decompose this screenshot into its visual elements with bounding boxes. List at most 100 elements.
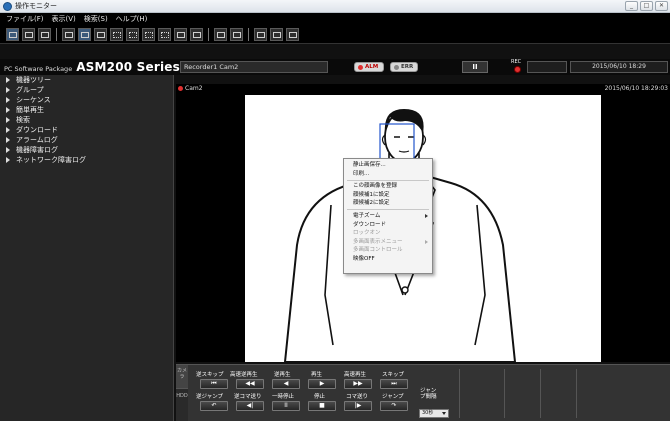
- maximize-button[interactable]: □: [640, 1, 653, 11]
- label-fast-reverse: 高速逆再生: [230, 372, 258, 378]
- layout-grid-icon[interactable]: [126, 28, 139, 41]
- label-reverse-play: 逆再生: [274, 372, 291, 378]
- ctx-face-candidate-2[interactable]: 顔候補2に設定: [344, 199, 432, 208]
- recorder-camera-name: Recorder1 Cam2: [180, 61, 328, 73]
- tab-hdd[interactable]: HDD: [176, 389, 188, 421]
- expand-arrow-icon: [6, 147, 10, 153]
- frame-advance-button[interactable]: |▶: [344, 401, 372, 411]
- menu-file[interactable]: ファイル(F): [6, 13, 44, 26]
- layout-16-icon[interactable]: [110, 28, 123, 41]
- ctx-video-off[interactable]: 映像OFF: [344, 255, 432, 264]
- context-menu: 静止画保存... 印刷... この顔画像を登録 顔候補1に設定 顔候補2に設定 …: [343, 158, 433, 274]
- stop-button[interactable]: ■: [308, 401, 336, 411]
- tree-item-download[interactable]: ダウンロード: [0, 125, 173, 135]
- window-title: 操作モニター: [15, 2, 57, 10]
- brand: PC Software Package ASM200 Series: [4, 59, 180, 75]
- reverse-play-button[interactable]: ◀: [272, 379, 300, 389]
- tree-item-sequence[interactable]: シーケンス: [0, 95, 173, 105]
- ctx-register-face[interactable]: この顔画像を登録: [344, 182, 432, 191]
- skip-button[interactable]: ⏭: [380, 379, 408, 389]
- tree-item-network-error-log[interactable]: ネットワーク障害ログ: [0, 155, 173, 165]
- layout-1-icon[interactable]: [62, 28, 75, 41]
- alarm-badge[interactable]: ALM: [354, 62, 384, 72]
- live-indicator-icon: [178, 86, 183, 91]
- tree-item-group[interactable]: グループ: [0, 85, 173, 95]
- tree-item-search[interactable]: 検索: [0, 115, 173, 125]
- tree-item-alarm-log[interactable]: アラームログ: [0, 135, 173, 145]
- menu-view[interactable]: 表示(V): [52, 13, 76, 26]
- menu-separator: [347, 209, 429, 211]
- close-button[interactable]: ✕: [655, 1, 668, 11]
- label-reverse-skip: 逆スキップ: [196, 372, 224, 378]
- rec-dot-icon: [514, 66, 521, 73]
- play-button[interactable]: ▶: [308, 379, 336, 389]
- jump-button[interactable]: ↷: [380, 401, 408, 411]
- reverse-jump-button[interactable]: ↶: [200, 401, 228, 411]
- tree-item-label: ダウンロード: [16, 126, 58, 134]
- tab-camera[interactable]: カメラ: [176, 365, 188, 389]
- fast-play-button[interactable]: ▶▶: [344, 379, 372, 389]
- toolbar-divider: [56, 28, 57, 41]
- minimize-button[interactable]: _: [625, 1, 638, 11]
- side-tabs: カメラ HDD: [176, 365, 188, 421]
- label-fast-play: 高速再生: [344, 372, 367, 378]
- reverse-frame-button[interactable]: ◀|: [236, 401, 264, 411]
- navigation-tree: 機器ツリー グループ シーケンス 簡単再生 検索 ダウンロード アラームログ 機…: [0, 75, 174, 421]
- layout-9-icon[interactable]: [94, 28, 107, 41]
- ctx-face-candidate-1[interactable]: 顔候補1に設定: [344, 191, 432, 200]
- settings-icon[interactable]: [254, 28, 267, 41]
- playback-panel: カメラ HDD 逆スキップ 高速逆再生 逆再生 再生 高速再生 スキップ ⏮ ◀…: [176, 364, 670, 421]
- panel-divider: [576, 369, 577, 418]
- ctx-label: 多画面表示メニュー: [353, 238, 403, 245]
- menu-help[interactable]: ヘルプ(H): [116, 13, 148, 26]
- tree-item-device-tree[interactable]: 機器ツリー: [0, 75, 173, 85]
- reverse-skip-button[interactable]: ⏮: [200, 379, 228, 389]
- expand-arrow-icon: [6, 127, 10, 133]
- rec-indicator: REC: [510, 59, 526, 74]
- expand-arrow-icon: [6, 77, 10, 83]
- tree-item-label: ネットワーク障害ログ: [16, 156, 86, 164]
- fast-reverse-button[interactable]: ◀◀: [236, 379, 264, 389]
- alarm-indicator-icon: [358, 64, 363, 70]
- ctx-multiscreen-control: 多画面コントロール: [353, 247, 403, 254]
- jump-interval-select[interactable]: 30秒: [419, 409, 449, 418]
- alarm-badge-label: ALM: [365, 64, 379, 70]
- menu-search[interactable]: 検索(S): [84, 13, 108, 26]
- ctx-save-still-image[interactable]: 静止画保存...: [344, 161, 432, 170]
- monitor-icon[interactable]: [286, 28, 299, 41]
- rec-status-field: [527, 61, 567, 73]
- layout-wide-icon[interactable]: [174, 28, 187, 41]
- layout-grid-2-icon[interactable]: [142, 28, 155, 41]
- tree-item-device-error-log[interactable]: 機器障害ログ: [0, 145, 173, 155]
- tree-item-easy-playback[interactable]: 簡単再生: [0, 105, 173, 115]
- ctx-electronic-zoom[interactable]: 電子ズーム: [344, 212, 432, 221]
- chevron-down-icon: [442, 412, 446, 415]
- tree-item-label: 機器ツリー: [16, 76, 51, 84]
- menu-separator: [347, 179, 429, 181]
- title-bar: 操作モニター _ □ ✕: [0, 0, 670, 13]
- tree-item-label: 機器障害ログ: [16, 146, 58, 154]
- app-logo-icon: [3, 2, 12, 11]
- ctx-label: 電子ズーム: [353, 212, 381, 219]
- error-badge[interactable]: ERR: [390, 62, 418, 72]
- layout-grid-3-icon[interactable]: [158, 28, 171, 41]
- error-indicator-icon: [394, 64, 399, 70]
- layout-split-icon[interactable]: [190, 28, 203, 41]
- ctx-download[interactable]: ダウンロード: [344, 221, 432, 230]
- pin-icon[interactable]: [230, 28, 243, 41]
- alarm-icon[interactable]: [214, 28, 227, 41]
- label-reverse-frame: 逆コマ送り: [234, 394, 262, 400]
- expand-arrow-icon: [6, 137, 10, 143]
- wrench-icon[interactable]: [270, 28, 283, 41]
- pause-button[interactable]: II: [462, 61, 488, 73]
- record-icon[interactable]: [38, 28, 51, 41]
- camera-icon[interactable]: [6, 28, 19, 41]
- label-stop: 停止: [314, 394, 326, 400]
- layout-4-icon[interactable]: [78, 28, 91, 41]
- ctx-print[interactable]: 印刷...: [344, 170, 432, 179]
- screenshot-icon[interactable]: [22, 28, 35, 41]
- pause-playback-button[interactable]: II: [272, 401, 300, 411]
- toolbar: [0, 26, 670, 44]
- rec-label: REC: [511, 59, 522, 65]
- label-skip: スキップ: [382, 372, 405, 378]
